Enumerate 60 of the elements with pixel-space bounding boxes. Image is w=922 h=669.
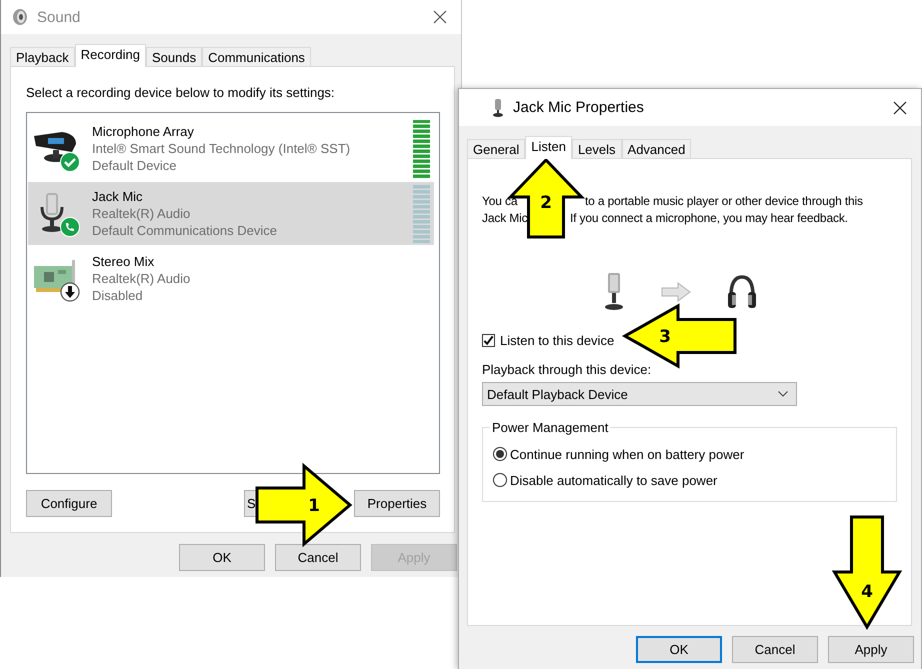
radio-label: Disable automatically to save power xyxy=(510,472,718,488)
group-title: Power Management xyxy=(491,420,610,435)
checkbox-label: Listen to this device xyxy=(500,333,614,348)
playback-dropdown[interactable]: Default Playback Device xyxy=(482,382,797,406)
radio-label: Continue running when on battery power xyxy=(510,446,744,462)
instruction-text: Select a recording device below to modify its settings: xyxy=(26,85,336,102)
action-button[interactable]: Properties xyxy=(354,490,440,517)
tab[interactable]: Communications xyxy=(202,47,311,66)
close-icon[interactable] xyxy=(433,10,447,24)
tab[interactable]: Recording xyxy=(74,44,146,67)
description-text: Jack Mic xyxy=(482,211,528,225)
description-text: If you connect a microphone, you may hear feedback. xyxy=(570,211,848,225)
step-number: 4 xyxy=(861,582,873,602)
device-item[interactable]: Microphone Array Intel® Smart Sound Technology (Intel® SST) Default Device xyxy=(28,117,434,180)
device-driver: Realtek(R) Audio xyxy=(92,270,190,287)
window-title: Sound xyxy=(37,8,82,26)
tab[interactable]: Advanced xyxy=(622,139,692,158)
action-button[interactable]: Configure xyxy=(26,490,112,517)
device-item[interactable]: Stereo Mix Realtek(R) Audio Disabled xyxy=(28,247,434,310)
microphone-icon xyxy=(602,272,624,312)
step-number: 3 xyxy=(659,327,671,347)
dialog-button[interactable]: Apply xyxy=(828,636,914,663)
dialog-button[interactable]: OK xyxy=(636,636,722,663)
dialog-button[interactable]: Cancel xyxy=(275,544,361,571)
device-status: Disabled xyxy=(92,287,143,304)
arrow-icon xyxy=(660,282,690,302)
close-icon[interactable] xyxy=(893,100,907,114)
window-title: Jack Mic Properties xyxy=(513,99,645,116)
tab[interactable]: Sounds xyxy=(146,47,202,66)
microphone-icon xyxy=(491,98,505,118)
description-text: to a portable music player or other device through this xyxy=(585,194,863,208)
action-button[interactable]: S xyxy=(244,490,256,517)
radio-button[interactable] xyxy=(493,473,507,487)
tab[interactable]: Playback xyxy=(10,47,75,66)
field-label: Playback through this device: xyxy=(482,362,652,377)
device-name: Stereo Mix xyxy=(92,253,154,270)
speaker-icon xyxy=(11,8,29,26)
device-name: Jack Mic xyxy=(92,188,143,205)
tab[interactable]: Listen xyxy=(525,136,572,159)
dialog-button[interactable]: OK xyxy=(179,544,265,571)
check-badge-icon xyxy=(60,152,80,172)
phone-badge-icon xyxy=(60,216,80,236)
device-driver: Intel® Smart Sound Technology (Intel® SST) xyxy=(92,140,350,157)
device-status: Default Device xyxy=(92,157,177,174)
device-driver: Realtek(R) Audio xyxy=(92,205,190,222)
checkbox[interactable] xyxy=(482,334,495,347)
chevron-down-icon xyxy=(778,391,788,397)
dialog-button[interactable]: Cancel xyxy=(732,636,818,663)
radio-button[interactable] xyxy=(493,447,507,461)
description-text: You ca xyxy=(482,194,518,208)
down-arrow-badge-icon xyxy=(60,282,80,302)
tab[interactable]: Levels xyxy=(572,139,622,158)
headphones-icon xyxy=(726,274,756,310)
device-name: Microphone Array xyxy=(92,123,194,140)
device-status: Default Communications Device xyxy=(92,222,277,239)
level-meter xyxy=(413,120,430,178)
step-number: 2 xyxy=(540,193,552,213)
tab[interactable]: General xyxy=(467,139,526,158)
device-item[interactable]: Jack Mic Realtek(R) Audio Default Communications Device xyxy=(28,182,434,245)
step-number: 1 xyxy=(308,496,320,516)
